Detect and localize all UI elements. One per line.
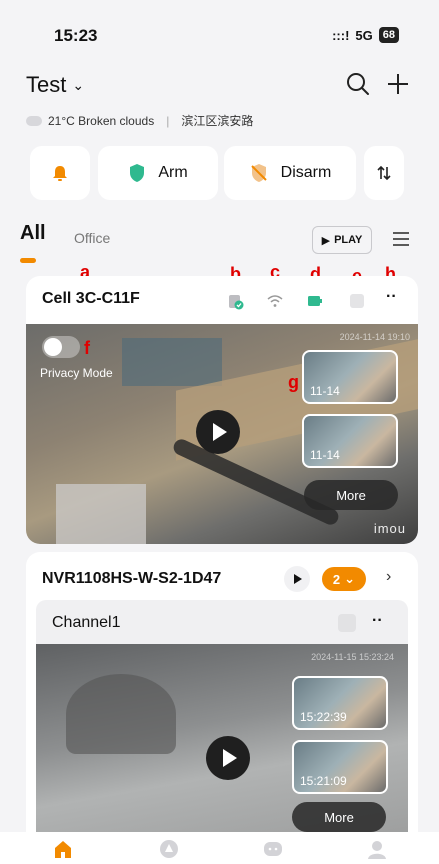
- weather-info: 21°C Broken clouds | 滨江区滨安路: [26, 112, 253, 129]
- network-label: 5G: [355, 27, 373, 43]
- device-name[interactable]: Cell 3C-C11F: [42, 290, 140, 308]
- channel-name: Channel1: [52, 614, 121, 631]
- quick-actions: Arm Disarm: [30, 146, 410, 200]
- home-name: Test: [26, 72, 67, 97]
- scene-icon[interactable]: [158, 838, 180, 860]
- bottom-nav: [0, 832, 439, 864]
- weather-text: 21°C Broken clouds: [48, 113, 155, 128]
- play-all-button[interactable]: ▶ PLAY: [312, 226, 372, 254]
- brand-logo: imou: [373, 521, 406, 536]
- preview-scene: [66, 674, 176, 754]
- room-tabs: All Office ▶ PLAY: [20, 222, 420, 263]
- clip-time: 15:22:39: [300, 710, 347, 724]
- nvr-card[interactable]: NVR1108HS-W-S2-1D47 2 ⌄ › Channel1 ·· 20…: [26, 552, 418, 852]
- status-bar: 15:23 :::! 5G 68: [0, 0, 439, 60]
- play-icon: [223, 749, 237, 767]
- more-options-icon[interactable]: ··: [386, 288, 404, 306]
- preview-timestamp: 2024-11-15 15:23:24: [311, 652, 394, 662]
- clip-thumbnail[interactable]: 11-14: [302, 414, 398, 468]
- preview-scene: [122, 338, 222, 386]
- arm-label: Arm: [158, 164, 188, 181]
- shield-status-icon[interactable]: [338, 614, 356, 632]
- battery-level-icon[interactable]: [306, 292, 324, 310]
- alarm-button[interactable]: [30, 146, 90, 200]
- disarm-label: Disarm: [280, 164, 332, 181]
- shield-icon: [130, 164, 145, 182]
- clip-thumbnail[interactable]: 15:21:09: [292, 740, 388, 794]
- annotation-f: f: [84, 338, 90, 358]
- more-options-icon[interactable]: ··: [372, 612, 383, 630]
- status-time: 15:23: [54, 26, 98, 45]
- weather-separator: |: [166, 113, 170, 128]
- channel-count: 2: [332, 571, 341, 587]
- chevron-right-icon[interactable]: ›: [386, 568, 391, 586]
- bell-icon: [53, 166, 67, 181]
- more-clips-button[interactable]: More: [304, 480, 398, 510]
- profile-icon[interactable]: [366, 838, 388, 860]
- battery-status-icon[interactable]: [226, 292, 244, 310]
- sort-icon: [377, 165, 391, 181]
- clip-time: 15:21:09: [300, 774, 347, 788]
- play-button[interactable]: [196, 410, 240, 454]
- play-small-icon: ▶: [321, 234, 331, 247]
- play-button[interactable]: [206, 736, 250, 780]
- annotation-g: g: [288, 372, 299, 392]
- play-icon: [294, 574, 302, 584]
- tab-all[interactable]: All: [20, 222, 46, 245]
- sort-button[interactable]: [364, 146, 404, 200]
- channel-card[interactable]: Channel1 ·· 2024-11-15 15:23:24 15:22:39…: [36, 600, 408, 852]
- menu-icon[interactable]: [392, 230, 410, 248]
- home-icon[interactable]: [52, 838, 74, 860]
- device-card[interactable]: Cell 3C-C11F ·· 2024-11-14 19:10 Privacy…: [26, 276, 418, 544]
- chevron-down-icon: ⌄: [344, 571, 356, 586]
- header: Test ⌄: [26, 68, 416, 104]
- more-clips-button[interactable]: More: [292, 802, 386, 832]
- nvr-play-button[interactable]: [284, 566, 310, 592]
- channel-count-badge[interactable]: 2 ⌄: [322, 567, 366, 591]
- preview-timestamp: 2024-11-14 19:10: [339, 332, 410, 342]
- home-selector[interactable]: Test ⌄: [26, 72, 84, 98]
- status-indicators: :::! 5G 68: [332, 27, 399, 43]
- play-all-label: PLAY: [334, 234, 363, 246]
- shield-status-icon[interactable]: [348, 292, 366, 310]
- shield-off-icon: [250, 164, 267, 182]
- clip-time: 11-14: [310, 448, 340, 462]
- clip-thumbnail[interactable]: 11-14: [302, 350, 398, 404]
- channel-preview[interactable]: 2024-11-15 15:23:24 15:22:39 15:21:09 Mo…: [36, 644, 408, 852]
- preview-scene-box: [56, 484, 146, 544]
- disarm-button[interactable]: Disarm: [224, 146, 356, 200]
- location-text: 滨江区滨安路: [181, 114, 254, 128]
- battery-icon: 68: [378, 27, 399, 43]
- arm-button[interactable]: Arm: [98, 146, 218, 200]
- cloud-icon: [26, 115, 42, 126]
- clip-time: 11-14: [310, 384, 340, 398]
- signal-icon: :::!: [332, 27, 350, 43]
- play-icon: [213, 423, 227, 441]
- privacy-mode-label: Privacy Mode: [40, 366, 113, 380]
- tab-office[interactable]: Office: [74, 230, 110, 246]
- search-icon[interactable]: [344, 70, 372, 98]
- wifi-icon[interactable]: [266, 292, 284, 310]
- privacy-toggle[interactable]: [42, 336, 80, 358]
- tab-indicator: [20, 258, 36, 263]
- add-icon[interactable]: [384, 70, 412, 98]
- message-icon[interactable]: [262, 838, 284, 860]
- clip-thumbnail[interactable]: 15:22:39: [292, 676, 388, 730]
- nvr-name[interactable]: NVR1108HS-W-S2-1D47: [42, 570, 221, 588]
- chevron-down-icon: ⌄: [72, 76, 85, 93]
- device-card-header: Cell 3C-C11F ··: [26, 276, 418, 324]
